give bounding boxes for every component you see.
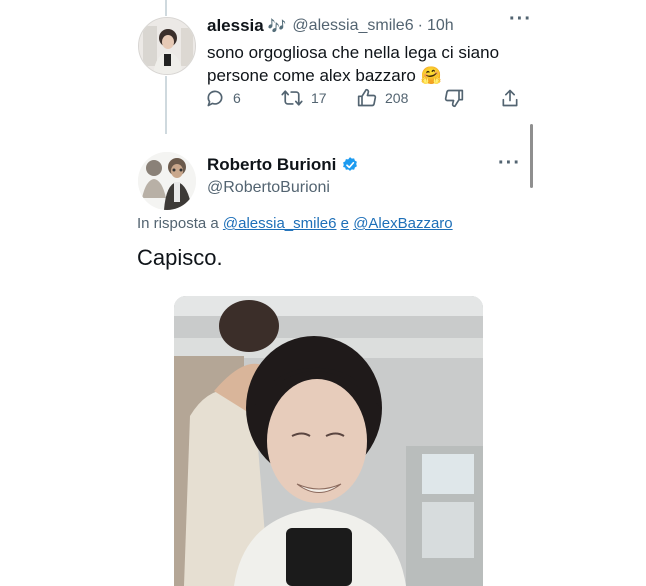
display-name[interactable]: Roberto Burioni: [207, 155, 336, 175]
tweet-header: alessia 🎶 @alessia_smile6 · 10h: [207, 16, 454, 36]
retweet-count: 17: [311, 90, 327, 106]
separator: ·: [417, 17, 423, 34]
dislike-icon: [444, 89, 464, 108]
avatar[interactable]: [138, 152, 196, 210]
share-button[interactable]: [500, 88, 520, 108]
like-button[interactable]: 208: [357, 88, 408, 108]
selfie-photo: [174, 296, 483, 586]
display-name[interactable]: alessia: [207, 16, 264, 36]
reply-icon: [207, 90, 223, 107]
reply-user-link[interactable]: @AlexBazzaro: [353, 215, 452, 232]
tweet-text: Capisco.: [137, 245, 223, 270]
reply-button[interactable]: 6: [205, 88, 241, 108]
reply-user-link[interactable]: @alessia_smile6: [223, 215, 337, 232]
verified-badge-icon: [343, 157, 358, 171]
thread-connector: [165, 76, 167, 134]
reply-conjunction: e: [340, 215, 350, 232]
avatar-photo: [139, 18, 195, 74]
more-options-icon[interactable]: ···: [498, 152, 521, 175]
handle[interactable]: @RobertoBurioni: [207, 179, 330, 197]
tweet-text-line: sono orgogliosa che nella lega ci siano: [207, 43, 500, 62]
tweet-media-image[interactable]: [174, 296, 483, 586]
retweet-icon: [281, 90, 303, 106]
share-icon: [502, 89, 518, 107]
tweet-actions: 6 17 208: [205, 88, 525, 110]
reply-context: In risposta a @alessia_smile6 e @AlexBaz…: [137, 215, 453, 232]
music-notes-emoji: 🎶: [267, 18, 287, 35]
tweet-text: sono orgogliosa che nella lega ci siano …: [207, 41, 527, 87]
reply-prefix: In risposta a: [137, 215, 219, 232]
more-options-icon[interactable]: ···: [509, 8, 532, 31]
avatar[interactable]: [138, 17, 196, 75]
like-icon: [357, 88, 377, 107]
thread-connector-top: [165, 0, 167, 16]
handle[interactable]: @alessia_smile6: [292, 17, 413, 35]
retweet-button[interactable]: 17: [281, 88, 327, 108]
reply-count: 6: [233, 90, 241, 106]
display-name-row: Roberto Burioni: [207, 155, 359, 175]
avatar-photo: [138, 152, 196, 210]
timestamp[interactable]: 10h: [427, 17, 454, 35]
like-count: 208: [385, 90, 409, 106]
dislike-button[interactable]: [444, 88, 464, 108]
tweet-text-line: persone come alex bazzaro 🤗: [207, 66, 442, 85]
scrollbar[interactable]: [530, 124, 533, 188]
